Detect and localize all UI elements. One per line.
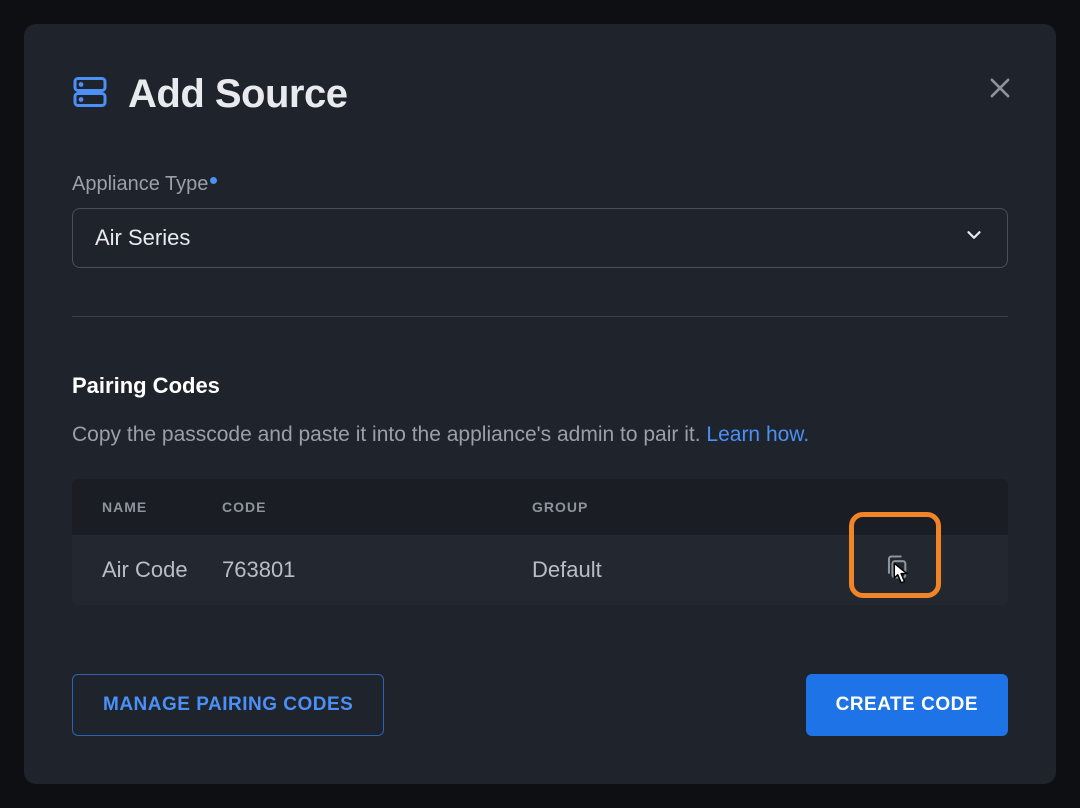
cell-code: 763801 — [222, 557, 532, 583]
copy-button[interactable] — [882, 561, 910, 586]
table-header: NAME CODE GROUP — [72, 479, 1008, 535]
cell-name: Air Code — [102, 557, 222, 583]
pairing-codes-title: Pairing Codes — [72, 373, 1008, 399]
source-icon — [72, 74, 108, 115]
chevron-down-icon — [963, 224, 985, 252]
modal-header: Add Source — [72, 72, 1008, 117]
field-label-text: Appliance Type — [72, 173, 208, 196]
cell-group: Default — [532, 557, 752, 583]
modal-footer: MANAGE PAIRING CODES CREATE CODE — [72, 674, 1008, 736]
col-code: CODE — [222, 499, 532, 515]
copy-icon — [882, 553, 910, 581]
pairing-codes-table: NAME CODE GROUP Air Code 763801 Default — [72, 479, 1008, 605]
table-row: Air Code 763801 Default — [72, 535, 1008, 605]
close-button[interactable] — [980, 68, 1020, 108]
appliance-type-label: Appliance Type — [72, 173, 1008, 196]
add-source-modal: Add Source Appliance Type Air Series Pai… — [24, 24, 1056, 784]
desc-text: Copy the passcode and paste it into the … — [72, 423, 706, 446]
manage-pairing-codes-button[interactable]: MANAGE PAIRING CODES — [72, 674, 384, 736]
appliance-type-field: Appliance Type Air Series — [72, 173, 1008, 268]
create-code-button[interactable]: CREATE CODE — [806, 674, 1008, 736]
col-name: NAME — [102, 499, 222, 515]
close-icon — [986, 74, 1014, 102]
divider — [72, 316, 1008, 317]
select-value: Air Series — [95, 225, 190, 251]
pairing-codes-section: Pairing Codes Copy the passcode and past… — [72, 373, 1008, 605]
col-group: GROUP — [532, 499, 752, 515]
modal-title: Add Source — [128, 72, 347, 117]
required-indicator-icon — [210, 177, 217, 184]
copy-code-action — [882, 553, 910, 587]
appliance-type-select[interactable]: Air Series — [72, 208, 1008, 268]
learn-how-link[interactable]: Learn how. — [706, 423, 809, 446]
pairing-codes-desc: Copy the passcode and paste it into the … — [72, 423, 1008, 447]
